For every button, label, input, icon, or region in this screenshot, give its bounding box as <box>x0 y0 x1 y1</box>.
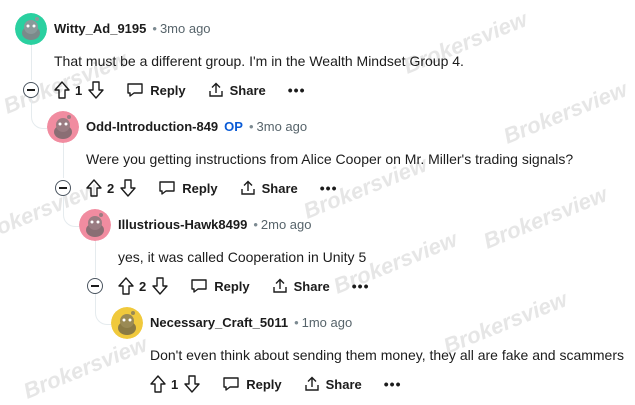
reply-button[interactable]: Reply <box>222 376 282 392</box>
watermark: Brokersview <box>499 76 631 149</box>
collapse-button[interactable] <box>87 278 103 294</box>
comment-meta: Witty_Ad_9195 • 3mo ago <box>54 21 211 36</box>
author-name[interactable]: Odd-Introduction-849 <box>86 119 218 134</box>
more-options-button[interactable]: ••• <box>384 376 402 392</box>
reply-button[interactable]: Reply <box>190 278 250 294</box>
thread-connector <box>31 98 48 129</box>
share-icon <box>240 180 255 195</box>
op-badge: OP <box>224 119 243 134</box>
timestamp: 3mo ago <box>159 21 211 36</box>
watermark: Brokersview <box>19 331 151 404</box>
share-icon <box>208 82 223 97</box>
comment-body: Don't even think about sending them mone… <box>150 347 625 363</box>
comment-icon <box>127 83 143 97</box>
comment-meta: Odd-Introduction-849 OP • 3mo ago <box>86 119 308 134</box>
share-button[interactable]: Share <box>240 180 298 196</box>
comment-body: yes, it was called Cooperation in Unity … <box>118 249 367 265</box>
vote-count: 2 <box>139 278 147 294</box>
downvote-icon[interactable] <box>88 81 104 99</box>
upvote-icon[interactable] <box>54 81 70 99</box>
upvote-icon[interactable] <box>150 375 166 393</box>
comment-body: Were you getting instructions from Alice… <box>86 151 574 167</box>
more-options-button[interactable]: ••• <box>352 278 370 294</box>
comment-actions: 1 Reply Share ••• <box>150 372 402 396</box>
author-name[interactable]: Necessary_Craft_5011 <box>150 315 288 330</box>
comment-actions: 1 Reply Share ••• <box>54 78 306 102</box>
downvote-icon[interactable] <box>152 277 168 295</box>
author-name[interactable]: Witty_Ad_9195 <box>54 21 146 36</box>
comment-icon <box>223 377 239 391</box>
downvote-icon[interactable] <box>184 375 200 393</box>
share-button[interactable]: Share <box>208 82 266 98</box>
collapse-button[interactable] <box>55 180 71 196</box>
vote-count: 1 <box>75 82 83 98</box>
comment-meta: Necessary_Craft_5011 • 1mo ago <box>150 315 353 330</box>
share-icon <box>272 278 287 293</box>
share-icon <box>304 376 319 391</box>
thread-connector <box>95 294 112 325</box>
vote-count: 1 <box>171 376 179 392</box>
timestamp: 2mo ago <box>260 217 312 232</box>
more-options-button[interactable]: ••• <box>288 82 306 98</box>
comment-icon <box>159 181 175 195</box>
collapse-button[interactable] <box>23 82 39 98</box>
avatar[interactable] <box>79 209 111 241</box>
share-button[interactable]: Share <box>304 376 362 392</box>
comment-actions: 2 Reply Share ••• <box>118 274 370 298</box>
watermark: Brokersview <box>479 181 611 254</box>
thread-line <box>95 240 96 277</box>
reply-button[interactable]: Reply <box>126 82 186 98</box>
comment-body: That must be a different group. I'm in t… <box>54 53 464 69</box>
avatar[interactable] <box>111 307 143 339</box>
avatar[interactable] <box>47 111 79 143</box>
vote-count: 2 <box>107 180 115 196</box>
comment-actions: 2 Reply Share ••• <box>86 176 338 200</box>
share-button[interactable]: Share <box>272 278 330 294</box>
timestamp: 1mo ago <box>301 315 353 330</box>
thread-line <box>31 40 32 80</box>
timestamp: 3mo ago <box>256 119 308 134</box>
upvote-icon[interactable] <box>86 179 102 197</box>
comment-meta: Illustrious-Hawk8499 • 2mo ago <box>118 217 312 232</box>
author-name[interactable]: Illustrious-Hawk8499 <box>118 217 247 232</box>
more-options-button[interactable]: ••• <box>320 180 338 196</box>
comment-icon <box>191 279 207 293</box>
avatar[interactable] <box>15 13 47 45</box>
upvote-icon[interactable] <box>118 277 134 295</box>
thread-connector <box>63 196 80 227</box>
reply-button[interactable]: Reply <box>158 180 218 196</box>
downvote-icon[interactable] <box>120 179 136 197</box>
thread-line <box>63 140 64 178</box>
